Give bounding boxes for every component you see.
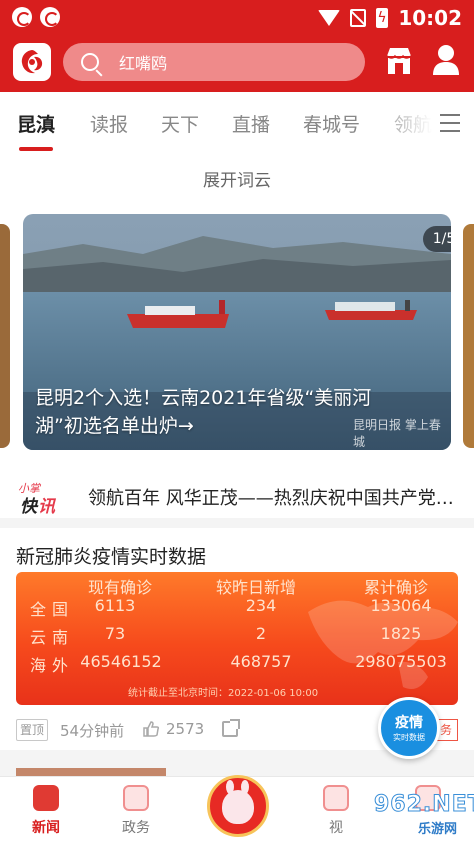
nav-news[interactable]: 新闻: [16, 785, 76, 837]
app-logo-icon[interactable]: [13, 43, 51, 81]
prev-banner-peek[interactable]: [0, 224, 10, 448]
covid-update-note: 统计截止至北京时间：2022-01-06 10:00: [128, 688, 319, 699]
row-total: 133064: [370, 596, 432, 615]
time-ago: 54分钟前: [60, 722, 125, 740]
news-feed: 展开词云 1/5 昆明2个入选！云南2021年省级“美丽河湖”初选名单出炉→ 昆…: [0, 154, 474, 518]
mascot-button[interactable]: [207, 775, 269, 837]
menu-icon[interactable]: [440, 114, 460, 132]
tab-chunchenghao[interactable]: 春城号: [303, 110, 360, 137]
notification-icon: [40, 7, 60, 27]
banner-watermark: 昆明日报 掌上春城: [353, 418, 441, 449]
pinned-badge: 置顶: [16, 719, 48, 741]
expand-word-cloud-button[interactable]: 展开词云: [0, 166, 474, 191]
flash-news-row[interactable]: 小掌 快讯 领航百年 风华正茂——热烈庆祝中国共产党成立100周年: [0, 474, 474, 518]
like-icon[interactable]: [142, 720, 160, 738]
covid-realtime-float-button[interactable]: 疫情 实时数据: [378, 697, 440, 759]
video-icon: [323, 785, 349, 811]
row-new: 2: [255, 624, 267, 643]
tab-fade: [372, 92, 432, 154]
headline-banner[interactable]: 1/5 昆明2个入选！云南2021年省级“美丽河湖”初选名单出炉→ 昆明日报 掌…: [23, 214, 451, 450]
share-icon[interactable]: [222, 719, 240, 737]
search-icon: [81, 53, 99, 71]
tab-tianxia[interactable]: 天下: [161, 110, 199, 137]
col-new: 较昨日新增: [216, 578, 297, 597]
news-icon: [33, 785, 59, 811]
search-query-text: 红嘴鸥: [119, 54, 168, 73]
user-icon[interactable]: [432, 44, 460, 76]
app-header: 红嘴鸥: [0, 34, 474, 92]
next-banner-peek[interactable]: [463, 224, 474, 448]
row-region: 海外: [30, 656, 75, 675]
flash-news-text[interactable]: 领航百年 风华正茂——热烈庆祝中国共产党成立100周年: [88, 484, 458, 510]
tab-zhibo[interactable]: 直播: [232, 110, 270, 137]
covid-title[interactable]: 新冠肺炎疫情实时数据: [16, 542, 206, 569]
search-input[interactable]: 红嘴鸥: [63, 43, 365, 81]
government-icon: [123, 785, 149, 811]
col-current: 现有确诊: [88, 578, 153, 597]
status-bar: 10:02: [0, 0, 474, 34]
row-total: 298075503: [355, 652, 447, 671]
tab-dubao[interactable]: 读报: [90, 110, 128, 137]
site-watermark: 962.NET 乐游网: [374, 792, 474, 838]
battery-charging-icon: [376, 8, 389, 28]
status-time: 10:02: [398, 6, 462, 30]
nav-video[interactable]: 视: [306, 785, 366, 837]
banner-counter: 1/5: [423, 226, 451, 252]
row-region: 全国: [30, 600, 75, 619]
mascot-icon: [222, 780, 254, 824]
no-sim-icon: [350, 9, 367, 27]
channel-tabs: 昆滇 读报 天下 直播 春城号 领航: [0, 92, 474, 154]
row-total: 1825: [380, 624, 422, 643]
covid-data-card[interactable]: 现有确诊 较昨日新增 累计确诊 全国 6113 234 133064 云南 73…: [16, 572, 458, 705]
row-current: 46546152: [80, 652, 162, 671]
col-total: 累计确诊: [364, 578, 429, 597]
wifi-icon: [318, 10, 341, 26]
flash-news-logo: 小掌 快讯: [18, 482, 56, 517]
row-region: 云南: [30, 628, 75, 647]
notification-icon: [12, 7, 32, 27]
like-count: 2573: [166, 720, 205, 738]
row-current: 6113: [94, 596, 136, 615]
nav-government[interactable]: 政务: [106, 785, 166, 837]
app-screen: 10:02 红嘴鸥 昆滇 读报 天下 直播: [0, 0, 474, 842]
tab-kundian[interactable]: 昆滇: [17, 110, 55, 137]
row-new: 468757: [230, 652, 292, 671]
row-current: 73: [104, 624, 126, 643]
active-tab-indicator: [19, 147, 53, 151]
row-new: 234: [245, 596, 277, 615]
shop-icon[interactable]: [385, 46, 413, 76]
